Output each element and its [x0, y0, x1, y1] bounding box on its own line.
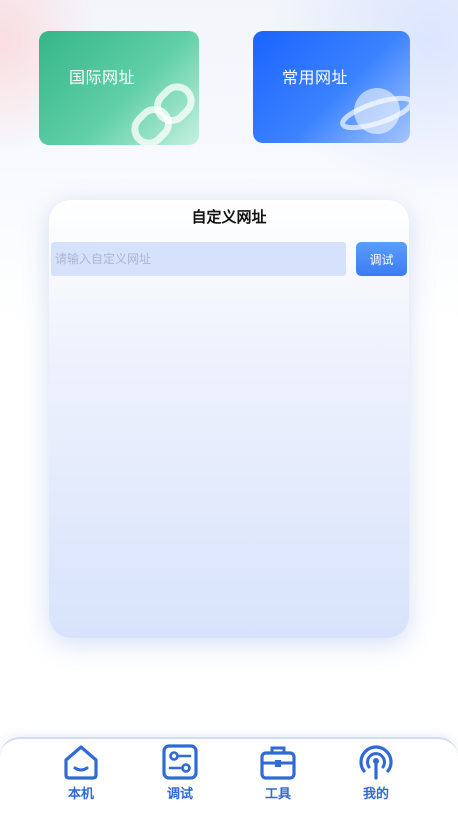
planet-icon	[337, 79, 410, 143]
bottom-tab-bar: 本机 调试 工具 我的	[0, 737, 458, 814]
custom-url-input[interactable]	[51, 242, 346, 276]
custom-url-title: 自定义网址	[191, 208, 267, 226]
tab-tools-label: 工具	[264, 787, 291, 802]
home-icon	[64, 745, 98, 780]
common-url-card[interactable]: 常用网址	[253, 31, 410, 143]
toolbox-icon	[260, 746, 296, 780]
link-chain-icon	[125, 77, 199, 145]
test-button[interactable]: 调试	[356, 242, 407, 276]
tab-debug-label: 调试	[166, 787, 193, 802]
broadcast-icon	[359, 745, 393, 780]
international-url-card[interactable]: 国际网址	[39, 31, 199, 145]
tab-mine-label: 我的	[362, 787, 389, 802]
tab-local[interactable]: 本机	[51, 743, 111, 802]
tab-local-label: 本机	[67, 787, 94, 802]
tab-mine[interactable]: 我的	[346, 743, 406, 802]
debug-icon	[162, 744, 198, 780]
tab-tools[interactable]: 工具	[248, 743, 308, 802]
tab-debug[interactable]: 调试	[150, 743, 210, 802]
custom-url-panel: 自定义网址 调试	[49, 200, 409, 638]
